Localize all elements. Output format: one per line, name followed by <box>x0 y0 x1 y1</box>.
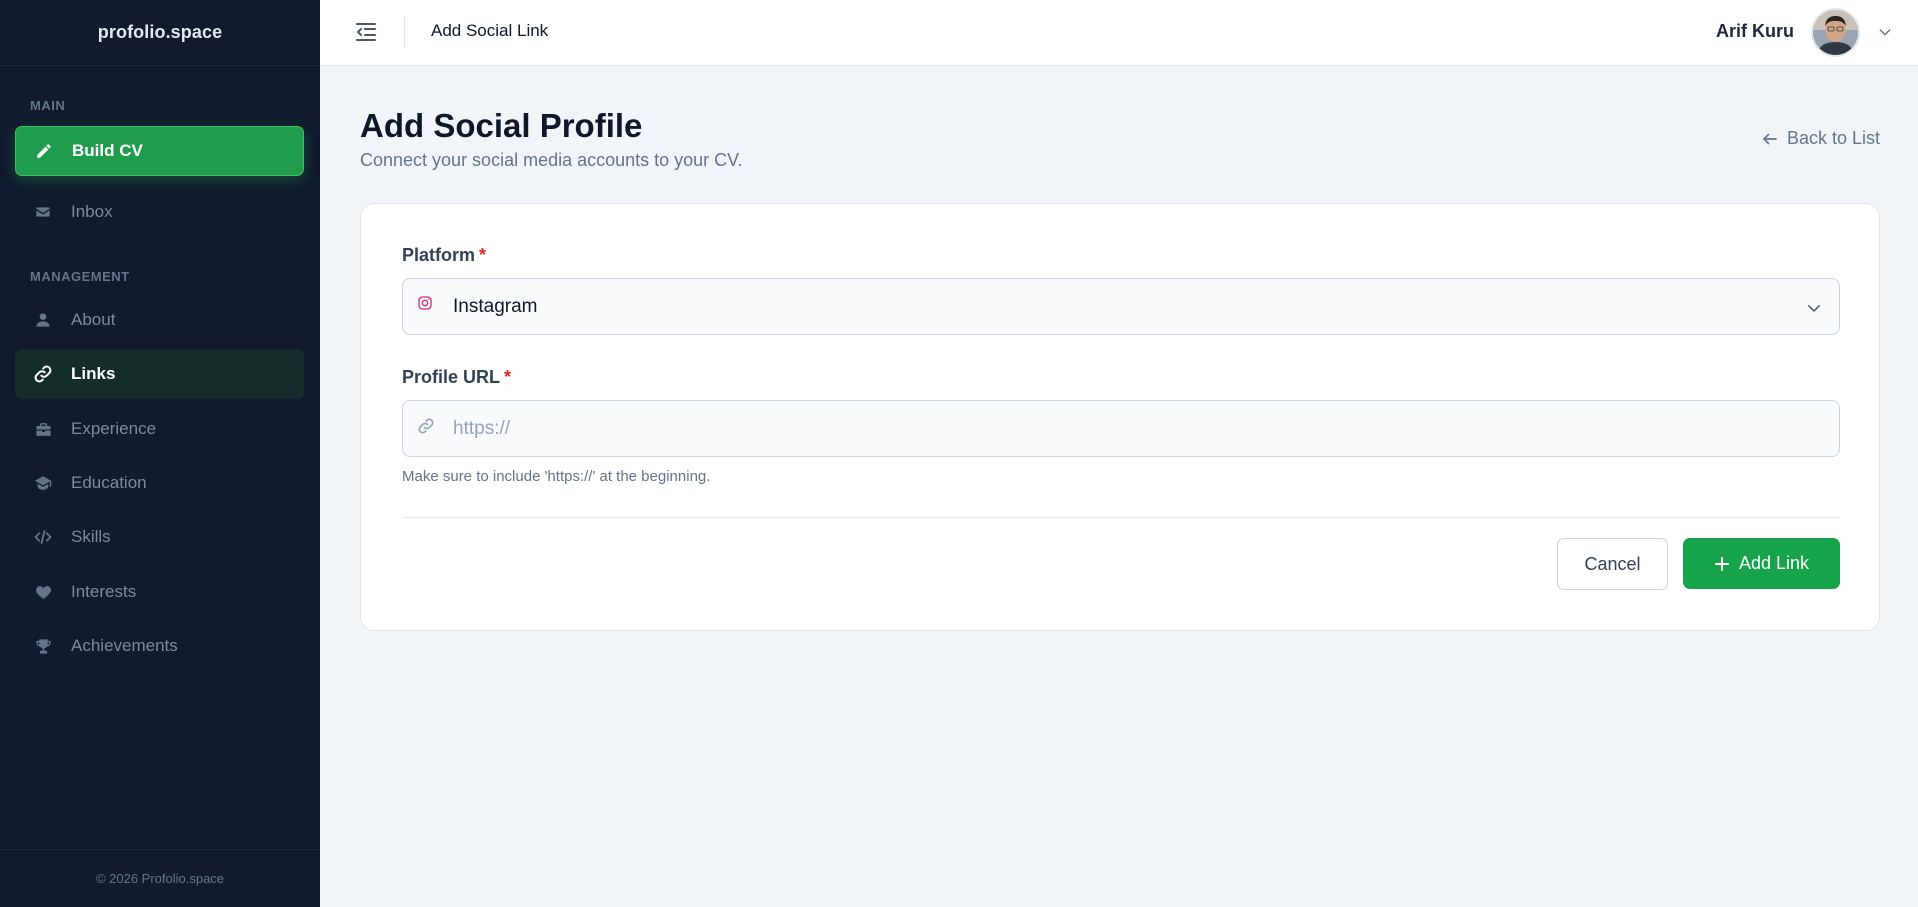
topbar: Add Social Link Arif Kuru <box>320 0 1918 66</box>
sidebar-item-experience[interactable]: Experience <box>15 404 304 454</box>
required-marker: * <box>479 245 487 265</box>
sidebar-item-label: Achievements <box>71 636 178 655</box>
link-icon <box>417 417 435 435</box>
sidebar-item-education[interactable]: Education <box>15 458 304 508</box>
form-divider <box>402 517 1840 518</box>
user-icon <box>33 310 53 330</box>
platform-select-value: Instagram <box>453 295 538 317</box>
sidebar-item-achievements[interactable]: Achievements <box>15 621 304 671</box>
profile-url-placeholder: https:// <box>453 417 511 439</box>
sidebar-item-label: Inbox <box>71 202 113 221</box>
chevron-down-icon[interactable] <box>1877 24 1893 40</box>
topbar-divider <box>404 16 405 48</box>
chevron-down-icon <box>1805 299 1823 317</box>
sidebar-item-label: Interests <box>71 582 137 601</box>
profile-url-label: Profile URL * <box>402 367 511 388</box>
trophy-icon <box>33 636 53 656</box>
sidebar-item-label: Skills <box>71 527 111 546</box>
topbar-title: Add Social Link <box>431 21 549 40</box>
profile-url-input[interactable]: https:// <box>402 400 1840 457</box>
sidebar-item-label: Experience <box>71 419 157 438</box>
page-subtitle: Connect your social media accounts to yo… <box>360 150 743 170</box>
profile-url-help: Make sure to include 'https://' at the b… <box>402 468 711 485</box>
sidebar-toggle-icon[interactable] <box>354 20 380 44</box>
avatar[interactable] <box>1811 8 1860 57</box>
sidebar-item-interests[interactable]: Interests <box>15 567 304 617</box>
pencil-icon <box>34 141 54 161</box>
sidebar-item-about[interactable]: About <box>15 295 304 345</box>
sidebar-footer: © 2026 Profolio.space <box>0 849 320 907</box>
social-profile-form: Platform * Instagram Profile URL * https:/… <box>360 203 1880 631</box>
envelope-icon <box>33 202 53 222</box>
sidebar-item-label: Links <box>71 364 116 383</box>
sidebar-item-label: Education <box>71 473 147 492</box>
brand-logo[interactable]: profolio.space <box>0 0 320 66</box>
back-to-list-link[interactable]: Back to List <box>1761 128 1880 149</box>
sidebar-section-main: MAIN <box>30 98 66 113</box>
platform-select[interactable]: Instagram <box>402 278 1840 335</box>
sidebar: profolio.space MAIN Build CV Inbox MANAG… <box>0 0 320 907</box>
back-to-list-label: Back to List <box>1786 128 1880 148</box>
page-title: Add Social Profile <box>360 107 643 144</box>
plus-icon <box>1714 556 1730 572</box>
briefcase-icon <box>33 419 53 439</box>
profile-url-label-text: Profile URL <box>402 367 501 387</box>
add-link-label: Add Link <box>1738 553 1810 573</box>
graduation-cap-icon <box>33 473 53 493</box>
sidebar-item-label: About <box>71 310 116 329</box>
instagram-icon <box>417 295 435 313</box>
platform-label: Platform * <box>402 245 486 266</box>
cancel-button[interactable]: Cancel <box>1557 538 1668 590</box>
add-link-button[interactable]: Add Link <box>1683 538 1840 589</box>
link-icon <box>33 364 53 384</box>
sidebar-item-links[interactable]: Links <box>15 349 304 399</box>
heart-icon <box>33 582 53 602</box>
platform-label-text: Platform <box>402 245 476 265</box>
sidebar-section-management: MANAGEMENT <box>30 269 130 284</box>
sidebar-item-inbox[interactable]: Inbox <box>15 187 304 237</box>
arrow-left-icon <box>1761 130 1779 148</box>
sidebar-item-skills[interactable]: Skills <box>15 512 304 562</box>
code-icon <box>33 527 53 547</box>
required-marker: * <box>504 367 512 387</box>
sidebar-item-label: Build CV <box>72 141 143 160</box>
user-name[interactable]: Arif Kuru <box>1716 21 1794 42</box>
sidebar-item-build-cv[interactable]: Build CV <box>15 126 304 176</box>
